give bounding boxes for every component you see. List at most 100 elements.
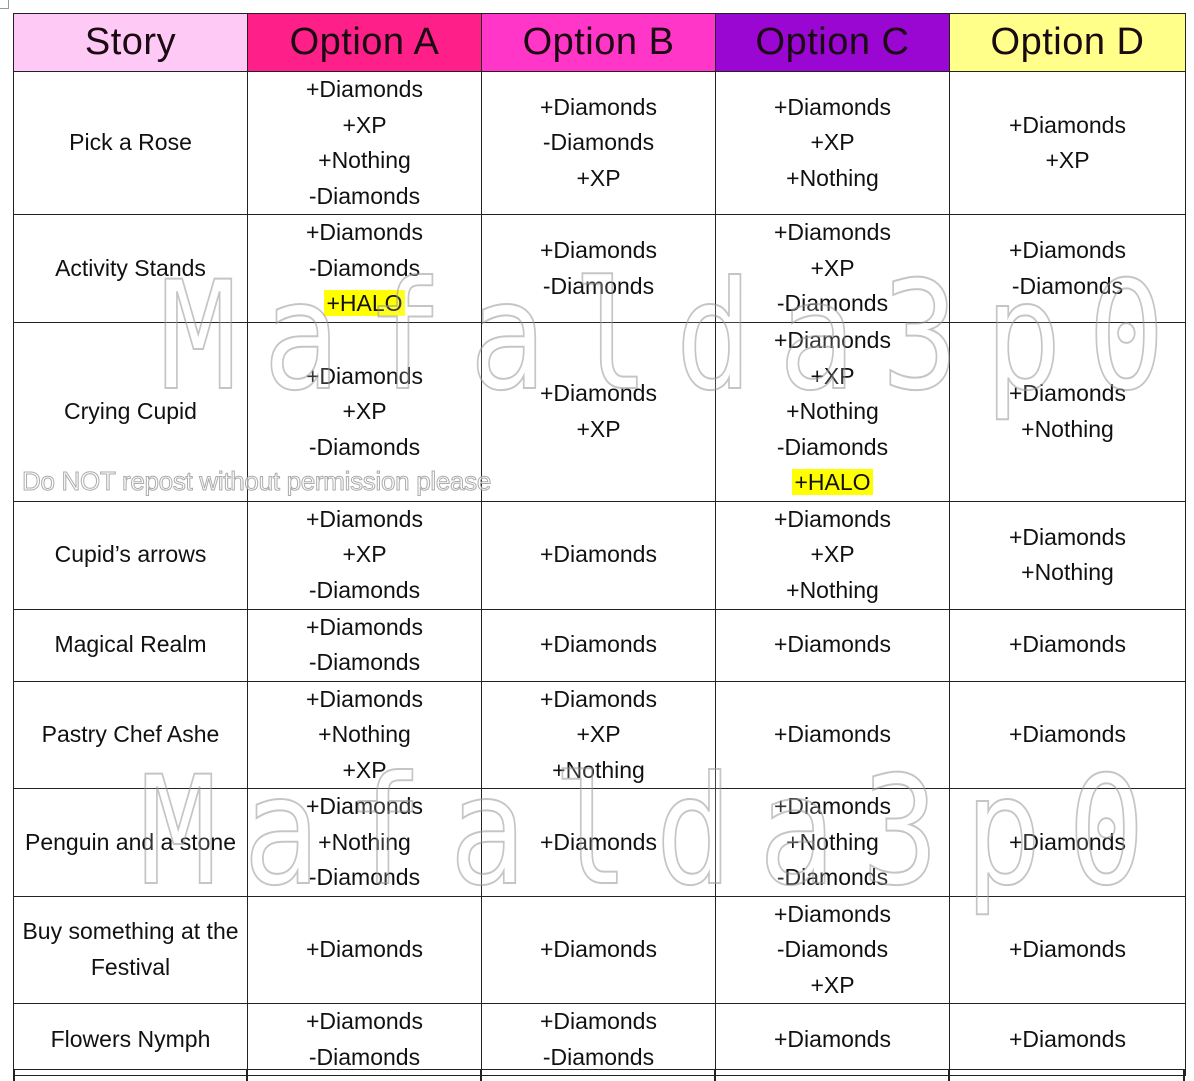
reward-text: +Diamonds — [306, 793, 423, 819]
option-c-cell: +Diamonds +Nothing -Diamonds — [715, 788, 950, 897]
reward-line: +Diamonds — [716, 502, 949, 538]
halo-highlight: +HALO — [324, 290, 405, 317]
reward-line: -Diamonds — [482, 269, 715, 305]
story-cell: Magical Realm — [13, 608, 248, 682]
reward-text: +Diamonds — [540, 685, 657, 712]
table-row: Pastry Chef Ashe +Diamonds +Nothing +XP +Dia… — [13, 680, 1186, 789]
reward-line: +Diamonds — [248, 932, 481, 968]
reward-text: +XP — [810, 129, 855, 156]
reward-line: +Diamonds — [950, 233, 1185, 269]
reward-text: +Nothing — [318, 721, 411, 747]
option-d-cell: +Diamonds — [949, 895, 1186, 1004]
reward-text: +Diamonds — [306, 936, 423, 962]
story-cell: Penguin and a stone — [13, 788, 248, 897]
reward-line: +Diamonds — [716, 789, 949, 825]
reward-text: +Diamonds — [774, 721, 891, 747]
reward-line: +Diamonds — [248, 1004, 481, 1040]
option-a-cell: +Diamonds -Diamonds — [247, 1003, 482, 1076]
option-a-cell: +Diamonds +XP +Nothing -Diamonds — [247, 71, 482, 215]
reward-line: +Diamonds — [482, 90, 715, 126]
reward-line: -Diamonds — [716, 286, 949, 322]
reward-text: +Diamonds — [774, 93, 891, 120]
reward-line: +Diamonds — [248, 502, 481, 538]
reward-line: +Diamonds — [950, 376, 1185, 412]
reward-line: +Nothing — [248, 717, 481, 753]
reward-line: +Nothing — [716, 573, 949, 609]
option-a-cell: +Diamonds -Diamonds — [247, 608, 482, 682]
rewards-table: Story Option A Option B Option C Option … — [13, 13, 1186, 1076]
reward-line: +XP — [716, 359, 949, 395]
reward-text: +Diamonds — [774, 1025, 891, 1052]
option-b-cell: +Diamonds +XP — [481, 322, 716, 502]
table-row: Pick a Rose +Diamonds +XP +Nothing -Diamonds… — [13, 71, 1186, 215]
reward-text: -Diamonds — [308, 433, 421, 460]
header-story: Story — [13, 13, 248, 72]
reward-line: +Diamonds — [716, 897, 949, 933]
reward-text: +Diamonds — [306, 505, 423, 532]
reward-text: +Diamonds — [306, 1008, 423, 1034]
option-b-cell: +Diamonds -Diamonds +XP — [481, 71, 716, 215]
reward-line: -Diamonds — [248, 860, 481, 896]
reward-text: -Diamonds — [308, 254, 421, 281]
reward-text: +Diamonds — [1009, 828, 1126, 855]
reward-line: +Diamonds — [482, 682, 715, 718]
reward-line: +Diamonds — [716, 717, 949, 753]
reward-line: +Nothing — [950, 412, 1185, 448]
reward-line: +XP — [248, 537, 481, 573]
option-a-cell: +Diamonds -Diamonds +HALO — [247, 214, 482, 323]
reward-line: +Diamonds — [950, 717, 1185, 753]
option-b-cell: +Diamonds — [481, 608, 716, 682]
reward-text: +Nothing — [786, 398, 879, 424]
reward-text: +XP — [810, 971, 855, 998]
reward-line: +Diamonds — [716, 323, 949, 359]
option-d-cell: +Diamonds — [949, 788, 1186, 897]
reward-line: +Diamonds — [248, 789, 481, 825]
option-c-cell: +Diamonds +XP +Nothing -Diamonds +HALO — [715, 322, 950, 502]
reward-text: +Diamonds — [1009, 1025, 1126, 1052]
table-row: Cupid’s arrows +Diamonds +XP -Diamonds +Diam… — [13, 500, 1186, 610]
reward-text: +Diamonds — [306, 613, 423, 640]
option-c-cell: +Diamonds — [715, 680, 950, 789]
reward-line: +Diamonds — [716, 627, 949, 663]
reward-line: +Nothing — [716, 161, 949, 197]
reward-line: +XP — [716, 125, 949, 161]
reward-text: +Diamonds — [774, 900, 891, 927]
reward-text: -Diamonds — [1011, 272, 1124, 299]
reward-line: +XP — [482, 161, 715, 197]
option-b-cell: +Diamonds — [481, 895, 716, 1004]
reward-text: -Diamonds — [776, 864, 889, 890]
reward-text: -Diamonds — [542, 1043, 655, 1070]
table-body: Pick a Rose +Diamonds +XP +Nothing -Diamonds… — [13, 71, 1186, 1076]
reward-text: +Diamonds — [540, 237, 657, 263]
table-row: Flowers Nymph +Diamonds -Diamonds +Diamonds… — [13, 1003, 1186, 1076]
reward-text: +Diamonds — [540, 541, 657, 568]
reward-text: +XP — [342, 756, 387, 783]
reward-line: +Nothing — [716, 394, 949, 430]
option-d-cell: +Diamonds +XP — [949, 71, 1186, 215]
reward-line: +Diamonds — [950, 627, 1185, 663]
reward-text: +Diamonds — [306, 76, 423, 102]
reward-line: +XP — [248, 108, 481, 144]
reward-text: +Nothing — [1021, 559, 1114, 585]
reward-line: +Diamonds — [716, 1022, 949, 1058]
option-a-cell: +Diamonds +Nothing -Diamonds — [247, 788, 482, 897]
story-cell: Crying Cupid — [13, 322, 248, 502]
reward-line: +Nothing — [716, 825, 949, 861]
reward-text: +Diamonds — [540, 828, 657, 855]
reward-line: -Diamonds — [248, 179, 481, 215]
reward-text: +Diamonds — [540, 380, 657, 407]
corner-marker — [0, 0, 9, 9]
reward-text: -Diamonds — [308, 649, 421, 675]
reward-line: +Diamonds — [482, 376, 715, 412]
reward-text: +Nothing — [318, 828, 411, 855]
table-row: Buy something at the Festival +Diamonds +D… — [13, 895, 1186, 1004]
reward-text: +Diamonds — [540, 93, 657, 120]
reward-text: +XP — [342, 541, 387, 568]
header-option-b: Option B — [481, 13, 716, 72]
reward-line: +Diamonds — [950, 108, 1185, 144]
option-b-cell: +Diamonds -Diamonds — [481, 1003, 716, 1076]
reward-text: +Diamonds — [540, 1008, 657, 1034]
reward-line: +Diamonds — [248, 682, 481, 718]
option-b-cell: +Diamonds — [481, 788, 716, 897]
reward-text: +Nothing — [786, 828, 879, 855]
